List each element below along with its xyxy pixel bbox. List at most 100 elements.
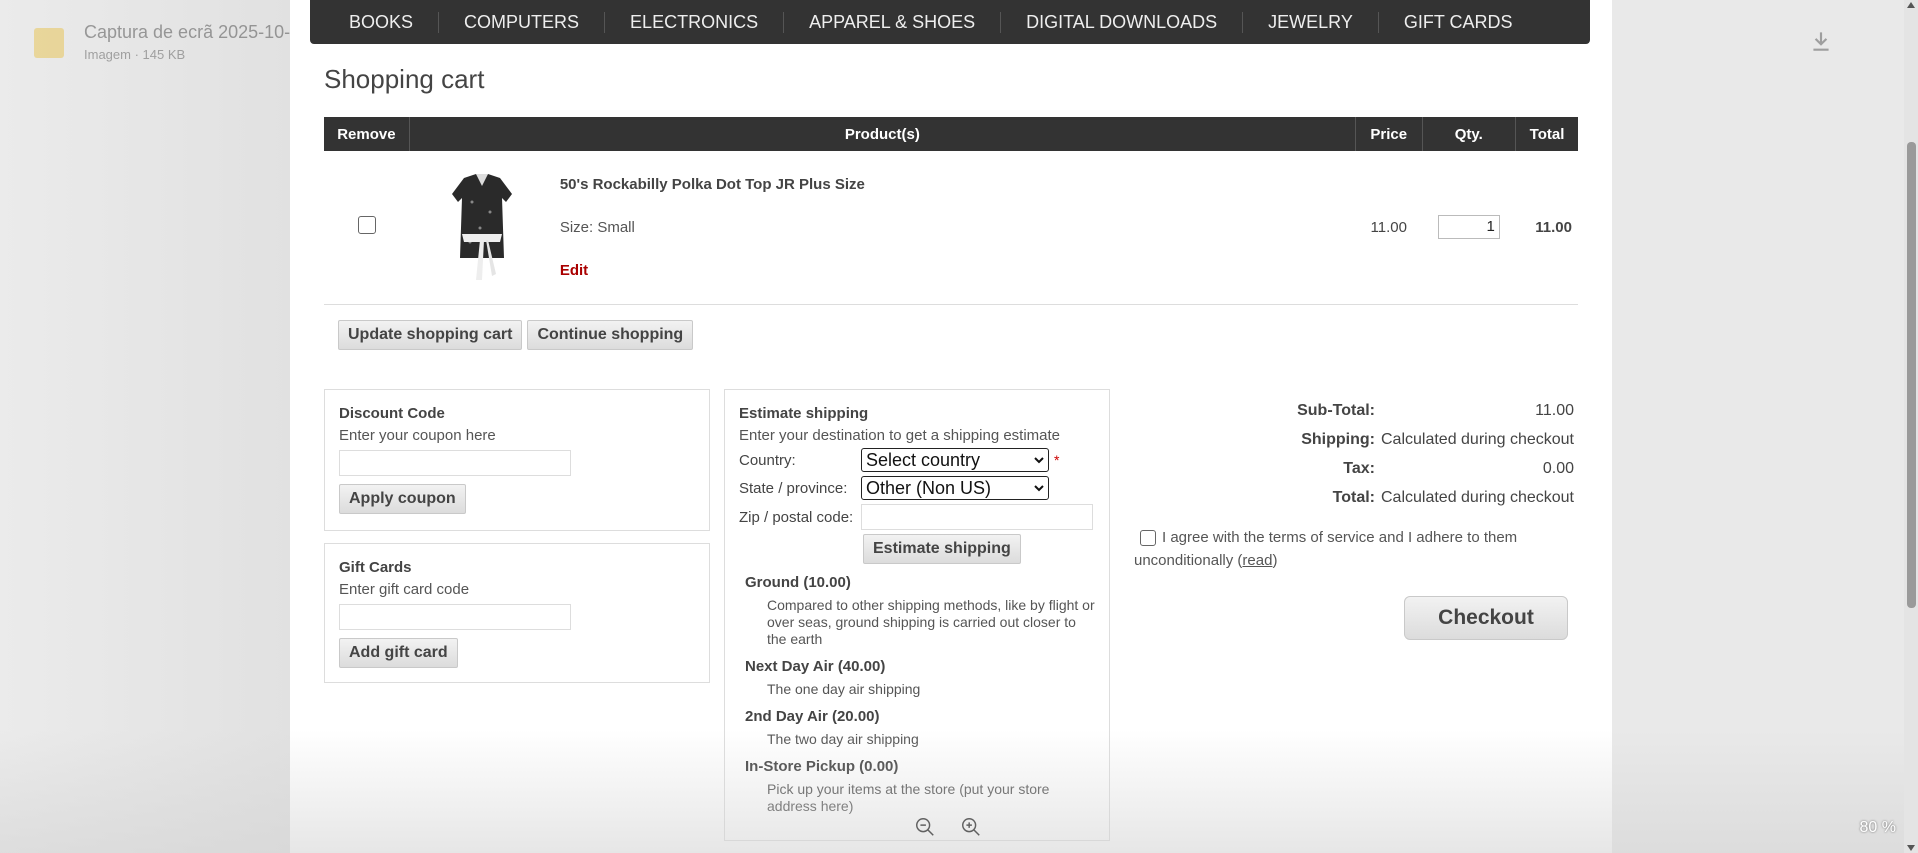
viewer-margin-left bbox=[0, 0, 290, 853]
discount-title: Discount Code bbox=[339, 405, 445, 422]
estimate-shipping-button[interactable]: Estimate shipping bbox=[863, 534, 1021, 564]
header-price: Price bbox=[1355, 117, 1423, 151]
zoom-controls bbox=[914, 816, 982, 838]
subtotal-row: Sub-Total: 11.00 bbox=[1130, 396, 1574, 425]
shipping-option: Ground (10.00) Compared to other shippin… bbox=[739, 574, 1095, 648]
country-label: Country: bbox=[739, 451, 796, 469]
quantity-input[interactable]: 1 bbox=[1437, 215, 1500, 240]
product-attributes: Size: Small bbox=[559, 218, 635, 236]
row-subtotal: 11.00 bbox=[1515, 151, 1578, 305]
unit-price: 11.00 bbox=[1355, 151, 1422, 305]
header-products: Product(s) bbox=[409, 117, 1356, 151]
nav-digital-downloads[interactable]: DIGITAL DOWNLOADS bbox=[1000, 11, 1242, 33]
estimate-shipping-box: Estimate shipping Enter your destination… bbox=[724, 389, 1110, 841]
nav-computers[interactable]: COMPUTERS bbox=[438, 11, 604, 33]
tax-row: Tax: 0.00 bbox=[1130, 454, 1574, 483]
giftcard-title: Gift Cards bbox=[339, 559, 412, 576]
product-image[interactable] bbox=[442, 172, 522, 282]
tax-value: 0.00 bbox=[1542, 459, 1574, 477]
shipping-option-name: 2nd Day Air (20.00) bbox=[745, 708, 880, 725]
discount-hint: Enter your coupon here bbox=[339, 427, 496, 444]
scroll-up-arrow-icon[interactable] bbox=[1907, 2, 1915, 8]
discount-box: Discount Code Enter your coupon here App… bbox=[324, 389, 710, 531]
shipping-option-desc: The two day air shipping bbox=[767, 731, 919, 747]
zoom-level: 80 % bbox=[1859, 819, 1896, 836]
shipping-option-name: In-Store Pickup (0.00) bbox=[745, 758, 899, 775]
viewer-margin-right bbox=[1612, 0, 1904, 853]
chevron-down-icon bbox=[1034, 457, 1044, 464]
zoom-in-icon[interactable] bbox=[960, 816, 982, 838]
shipping-label: Shipping: bbox=[1301, 430, 1375, 448]
screenshot-page: BOOKS COMPUTERS ELECTRONICS APPAREL & SH… bbox=[290, 0, 1612, 853]
shipping-option-desc: Compared to other shipping methods, like… bbox=[767, 597, 1095, 647]
order-totals: Sub-Total: 11.00 Shipping: Calculated du… bbox=[1130, 396, 1574, 640]
shipping-option-name: Ground (10.00) bbox=[745, 574, 851, 591]
estimate-title: Estimate shipping bbox=[739, 405, 869, 422]
state-label: State / province: bbox=[739, 479, 848, 497]
scrollbar-thumb[interactable] bbox=[1907, 142, 1916, 608]
top-menu: BOOKS COMPUTERS ELECTRONICS APPAREL & SH… bbox=[310, 0, 1590, 44]
scroll-down-arrow-icon[interactable] bbox=[1907, 845, 1915, 851]
shipping-option: 2nd Day Air (20.00) The two day air ship… bbox=[739, 708, 1095, 748]
product-picture-cell bbox=[409, 151, 555, 305]
giftcard-code-input[interactable] bbox=[339, 604, 571, 630]
state-select[interactable]: Other (Non US) bbox=[861, 476, 1049, 500]
country-select[interactable]: Select country bbox=[861, 448, 1049, 472]
total-row: Total: Calculated during checkout bbox=[1130, 483, 1574, 512]
zip-label: Zip / postal code: bbox=[739, 508, 854, 526]
remove-cell bbox=[324, 151, 410, 305]
edit-item-link[interactable]: Edit bbox=[560, 262, 1356, 279]
chevron-down-icon bbox=[1034, 485, 1044, 492]
nav-apparel-shoes[interactable]: APPAREL & SHOES bbox=[783, 11, 1000, 33]
cart-table: Remove Product(s) Price Qty. Total 50's … bbox=[324, 117, 1578, 305]
product-info-cell: 50's Rockabilly Polka Dot Top JR Plus Si… bbox=[554, 151, 1356, 305]
shipping-option-desc: The one day air shipping bbox=[767, 681, 921, 697]
country-row: Country: Select country * bbox=[739, 448, 1095, 472]
shipping-option-desc: Pick up your items at the store (put you… bbox=[767, 781, 1050, 814]
nav-electronics[interactable]: ELECTRONICS bbox=[604, 11, 783, 33]
table-row: 50's Rockabilly Polka Dot Top JR Plus Si… bbox=[324, 151, 1578, 305]
zip-input[interactable] bbox=[861, 504, 1093, 530]
shipping-option-name: Next Day Air (40.00) bbox=[745, 658, 886, 675]
cart-buttons: Update shopping cart Continue shopping bbox=[338, 320, 694, 350]
terms-read-link[interactable]: read bbox=[1242, 552, 1272, 569]
terms-checkbox[interactable] bbox=[1140, 530, 1156, 547]
product-name-link[interactable]: 50's Rockabilly Polka Dot Top JR Plus Si… bbox=[560, 176, 1356, 193]
vertical-scrollbar[interactable] bbox=[1904, 0, 1918, 853]
qty-cell: 1 bbox=[1422, 151, 1516, 305]
giftcard-hint: Enter gift card code bbox=[339, 581, 470, 598]
country-select-value: Select country bbox=[866, 449, 981, 470]
checkout-button[interactable]: Checkout bbox=[1404, 596, 1568, 640]
update-cart-button[interactable]: Update shopping cart bbox=[338, 320, 523, 350]
continue-shopping-button[interactable]: Continue shopping bbox=[527, 320, 694, 350]
estimate-hint: Enter your destination to get a shipping… bbox=[739, 427, 1061, 444]
shipping-value: Calculated during checkout bbox=[1380, 430, 1574, 448]
zoom-out-icon[interactable] bbox=[914, 816, 936, 838]
remove-checkbox[interactable] bbox=[357, 216, 376, 235]
header-remove: Remove bbox=[324, 117, 410, 151]
subtotal-value: 11.00 bbox=[1535, 401, 1574, 419]
nav-jewelry[interactable]: JEWELRY bbox=[1242, 11, 1378, 33]
zip-row: Zip / postal code: bbox=[739, 504, 1095, 530]
subtotal-label: Sub-Total: bbox=[1297, 401, 1375, 419]
add-giftcard-button[interactable]: Add gift card bbox=[339, 638, 458, 668]
discount-code-input[interactable] bbox=[339, 450, 571, 476]
apply-coupon-button[interactable]: Apply coupon bbox=[339, 484, 466, 514]
header-qty: Qty. bbox=[1422, 117, 1517, 151]
required-marker: * bbox=[1054, 452, 1060, 468]
shipping-row: Shipping: Calculated during checkout bbox=[1130, 425, 1574, 454]
download-icon[interactable] bbox=[1808, 28, 1834, 54]
image-file-icon bbox=[34, 28, 64, 58]
nav-gift-cards[interactable]: GIFT CARDS bbox=[1377, 11, 1538, 33]
shipping-option: Next Day Air (40.00) The one day air shi… bbox=[739, 658, 1095, 698]
total-value: Calculated during checkout bbox=[1380, 488, 1574, 506]
file-size: Imagem · 145 KB bbox=[84, 47, 186, 62]
page-title: Shopping cart bbox=[324, 64, 485, 94]
tax-label: Tax: bbox=[1343, 459, 1375, 477]
shipping-option: In-Store Pickup (0.00) Pick up your item… bbox=[739, 758, 1095, 815]
nav-books[interactable]: BOOKS bbox=[335, 12, 438, 33]
terms-of-service: I agree with the terms of service and I … bbox=[1134, 529, 1518, 569]
state-select-value: Other (Non US) bbox=[866, 477, 992, 498]
state-row: State / province: Other (Non US) bbox=[739, 476, 1095, 500]
terms-text: I agree with the terms of service and I … bbox=[1134, 529, 1518, 569]
